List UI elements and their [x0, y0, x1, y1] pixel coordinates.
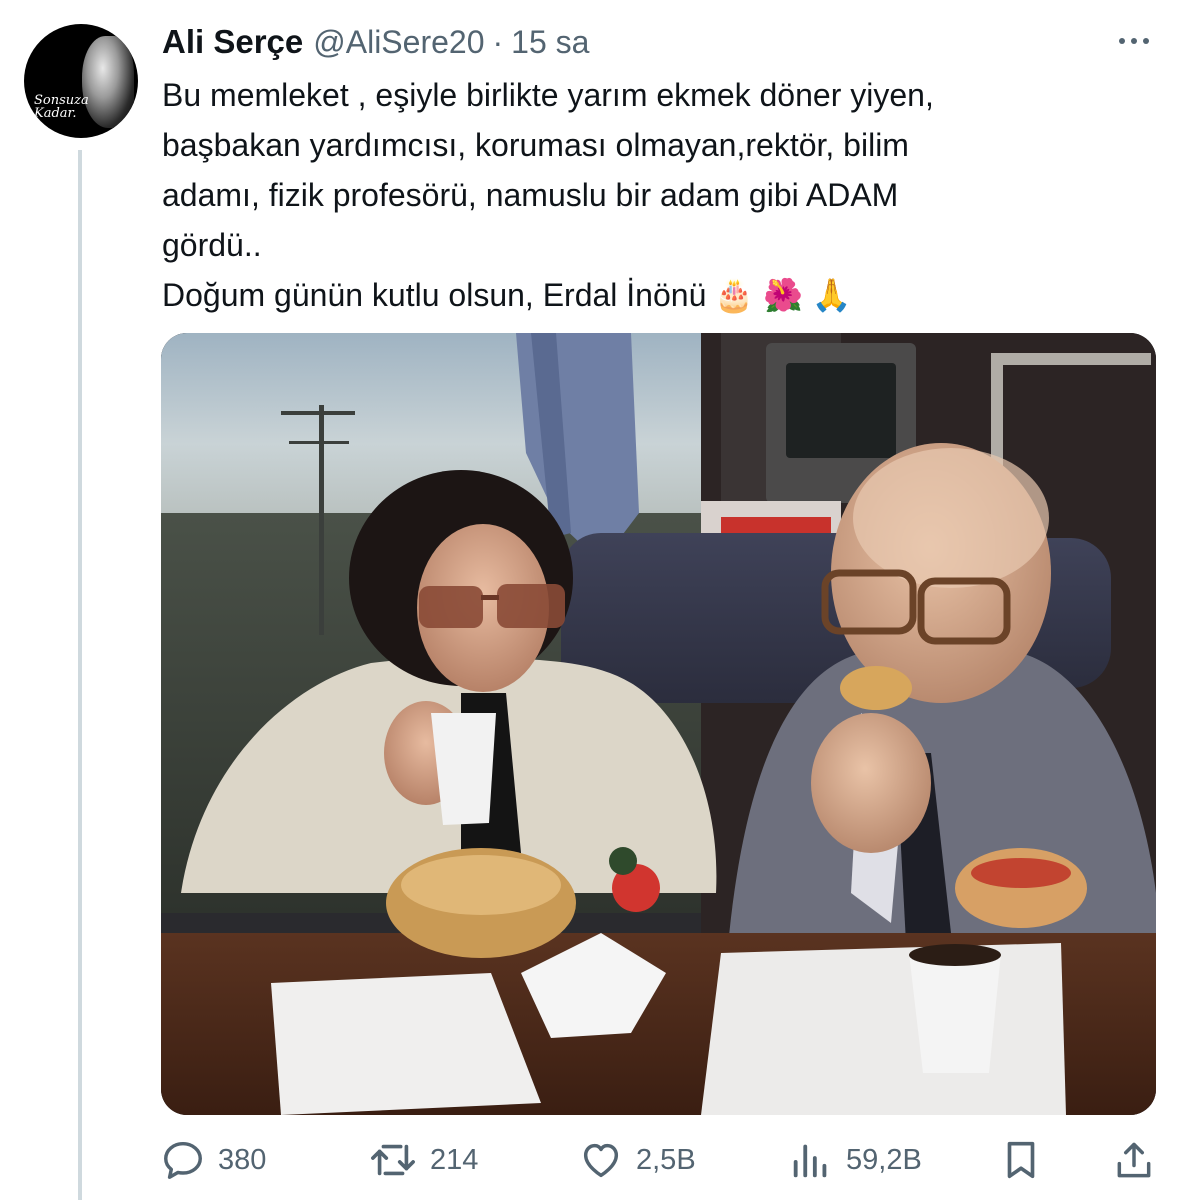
retweet-count: 214: [430, 1143, 479, 1176]
views-count: 59,2B: [846, 1143, 922, 1176]
tweet-text-line: gördü..: [162, 227, 262, 263]
user-handle[interactable]: @AliSere20: [313, 24, 484, 61]
reply-count: 380: [218, 1143, 267, 1176]
avatar-logo-text: Sonsuza Kadar.: [34, 93, 89, 121]
share-upload-icon: [1112, 1137, 1156, 1183]
bookmark-button[interactable]: [998, 1136, 1044, 1184]
avatar[interactable]: Sonsuza Kadar.: [24, 24, 138, 138]
tweet-text: Bu memleket , eşiyle birlikte yarım ekme…: [162, 70, 1152, 320]
tweet-photo[interactable]: [161, 333, 1156, 1115]
tweet-header: Ali Serçe @AliSere20 · 15 sa: [162, 20, 589, 64]
tweet: Sonsuza Kadar. Ali Serçe @AliSere20 · 15…: [0, 0, 1181, 1200]
views-button[interactable]: 59,2B: [788, 1136, 922, 1184]
reply-button[interactable]: 380: [160, 1136, 266, 1184]
tweet-action-bar: 380 214 2,5B 59,2B: [160, 1136, 1160, 1184]
tweet-text-line: Bu memleket , eşiyle birlikte yarım ekme…: [162, 77, 934, 113]
emoji-cake-flower-pray: 🎂 🌺 🙏: [714, 277, 852, 313]
retweet-arrows-icon: [368, 1137, 418, 1183]
separator-dot: ·: [492, 23, 504, 60]
tweet-text-birthday: Doğum günün kutlu olsun, Erdal İnönü: [162, 277, 707, 313]
bar-chart-icon: [788, 1137, 834, 1183]
thread-line: [78, 150, 82, 1200]
heart-icon: [578, 1137, 624, 1183]
timestamp[interactable]: 15 sa: [511, 24, 589, 61]
tweet-text-line: adamı, fizik profesörü, namuslu bir adam…: [162, 177, 899, 213]
display-name[interactable]: Ali Serçe: [162, 23, 303, 61]
like-count: 2,5B: [636, 1143, 696, 1176]
retweet-button[interactable]: 214: [368, 1136, 478, 1184]
bookmark-icon: [998, 1137, 1044, 1183]
like-button[interactable]: 2,5B: [578, 1136, 696, 1184]
tweet-text-line-last: Doğum günün kutlu olsun, Erdal İnönü 🎂 🌺 …: [162, 270, 1152, 320]
share-button[interactable]: [1112, 1136, 1156, 1184]
more-dots-icon[interactable]: [1110, 26, 1158, 56]
speech-bubble-icon: [160, 1137, 206, 1183]
tweet-text-line: başbakan yardımcısı, koruması olmayan,re…: [162, 127, 909, 163]
